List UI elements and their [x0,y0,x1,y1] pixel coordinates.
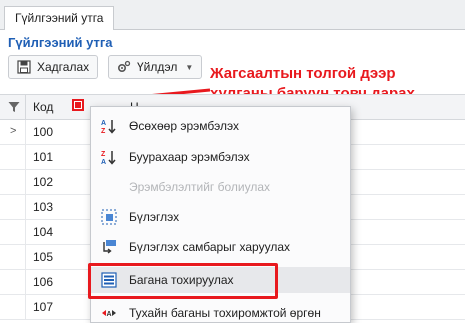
menu-item-label: Буурахаар эрэмбэлэх [129,150,250,164]
page-title: Гүйлгээний утга [8,35,113,50]
best-fit-icon: A [101,305,117,321]
actions-button-label: Үйлдэл [137,60,178,74]
cell-code[interactable]: 106 [33,275,53,289]
tab-bar: Гүйлгээний утга [0,0,465,30]
row-divider [25,120,26,145]
menu-item-label: Өсөхөөр эрэмбэлэх [129,119,239,133]
menu-item-label: Эрэмбэлэлтийг болиулах [129,180,271,194]
menu-item-sort-ascending[interactable]: A Z Өсөхөөр эрэмбэлэх [91,113,350,139]
gear-icon [117,60,131,74]
svg-text:A: A [101,159,106,165]
row-divider [25,145,26,170]
cell-code[interactable]: 103 [33,200,53,214]
chevron-down-icon: ▼ [185,62,194,72]
group-panel-icon [101,239,117,255]
row-divider [25,195,26,220]
svg-text:Z: Z [101,128,106,134]
row-divider [25,220,26,245]
cell-code[interactable]: 100 [33,125,53,139]
column-header-code[interactable]: Код [33,100,53,114]
row-indicator: > [10,125,17,137]
cell-code[interactable]: 107 [33,300,53,314]
column-header-menu-button[interactable] [72,99,84,111]
menu-item-label: Бүлэглэх [129,210,180,224]
actions-dropdown-button[interactable]: Үйлдэл ▼ [108,55,203,79]
cell-code[interactable]: 101 [33,150,53,164]
annotation-line-1: Жагсаалтын толгой дээр [210,65,396,82]
menu-item-clear-sorting: Эрэмбэлэлтийг болиулах [91,174,350,200]
menu-item-label: Тухайн баганы тохиромжтой өргөн [129,306,321,320]
tab-transaction-purpose[interactable]: Гүйлгээний утга [4,6,115,30]
cell-code[interactable]: 105 [33,250,53,264]
sort-ascending-icon: A Z [101,118,117,135]
save-button[interactable]: Хадгалах [8,55,99,79]
row-divider [25,245,26,270]
save-icon [17,60,31,74]
svg-text:A: A [107,311,112,318]
cell-code[interactable]: 102 [33,175,53,189]
filter-icon[interactable] [8,101,20,113]
menu-item-show-group-panel[interactable]: Бүлэглэх самбарыг харуулах [91,234,350,260]
menu-item-label: Бүлэглэх самбарыг харуулах [129,240,290,254]
cell-code[interactable]: 104 [33,225,53,239]
row-divider [25,295,26,320]
header-divider [25,95,26,120]
row-divider [25,270,26,295]
menu-item-group-by[interactable]: Бүлэглэх [91,204,350,230]
svg-text:Z: Z [101,151,106,158]
menu-item-sort-descending[interactable]: Z A Буурахаар эрэмбэлэх [91,144,350,170]
annotation-highlight-box [88,263,278,299]
row-divider [25,170,26,195]
svg-text:A: A [101,120,106,127]
menu-item-best-fit[interactable]: A Тухайн баганы тохиромжтой өргөн [91,300,350,323]
sort-descending-icon: Z A [101,149,117,166]
group-icon [101,209,117,225]
save-button-label: Хадгалах [37,60,90,74]
